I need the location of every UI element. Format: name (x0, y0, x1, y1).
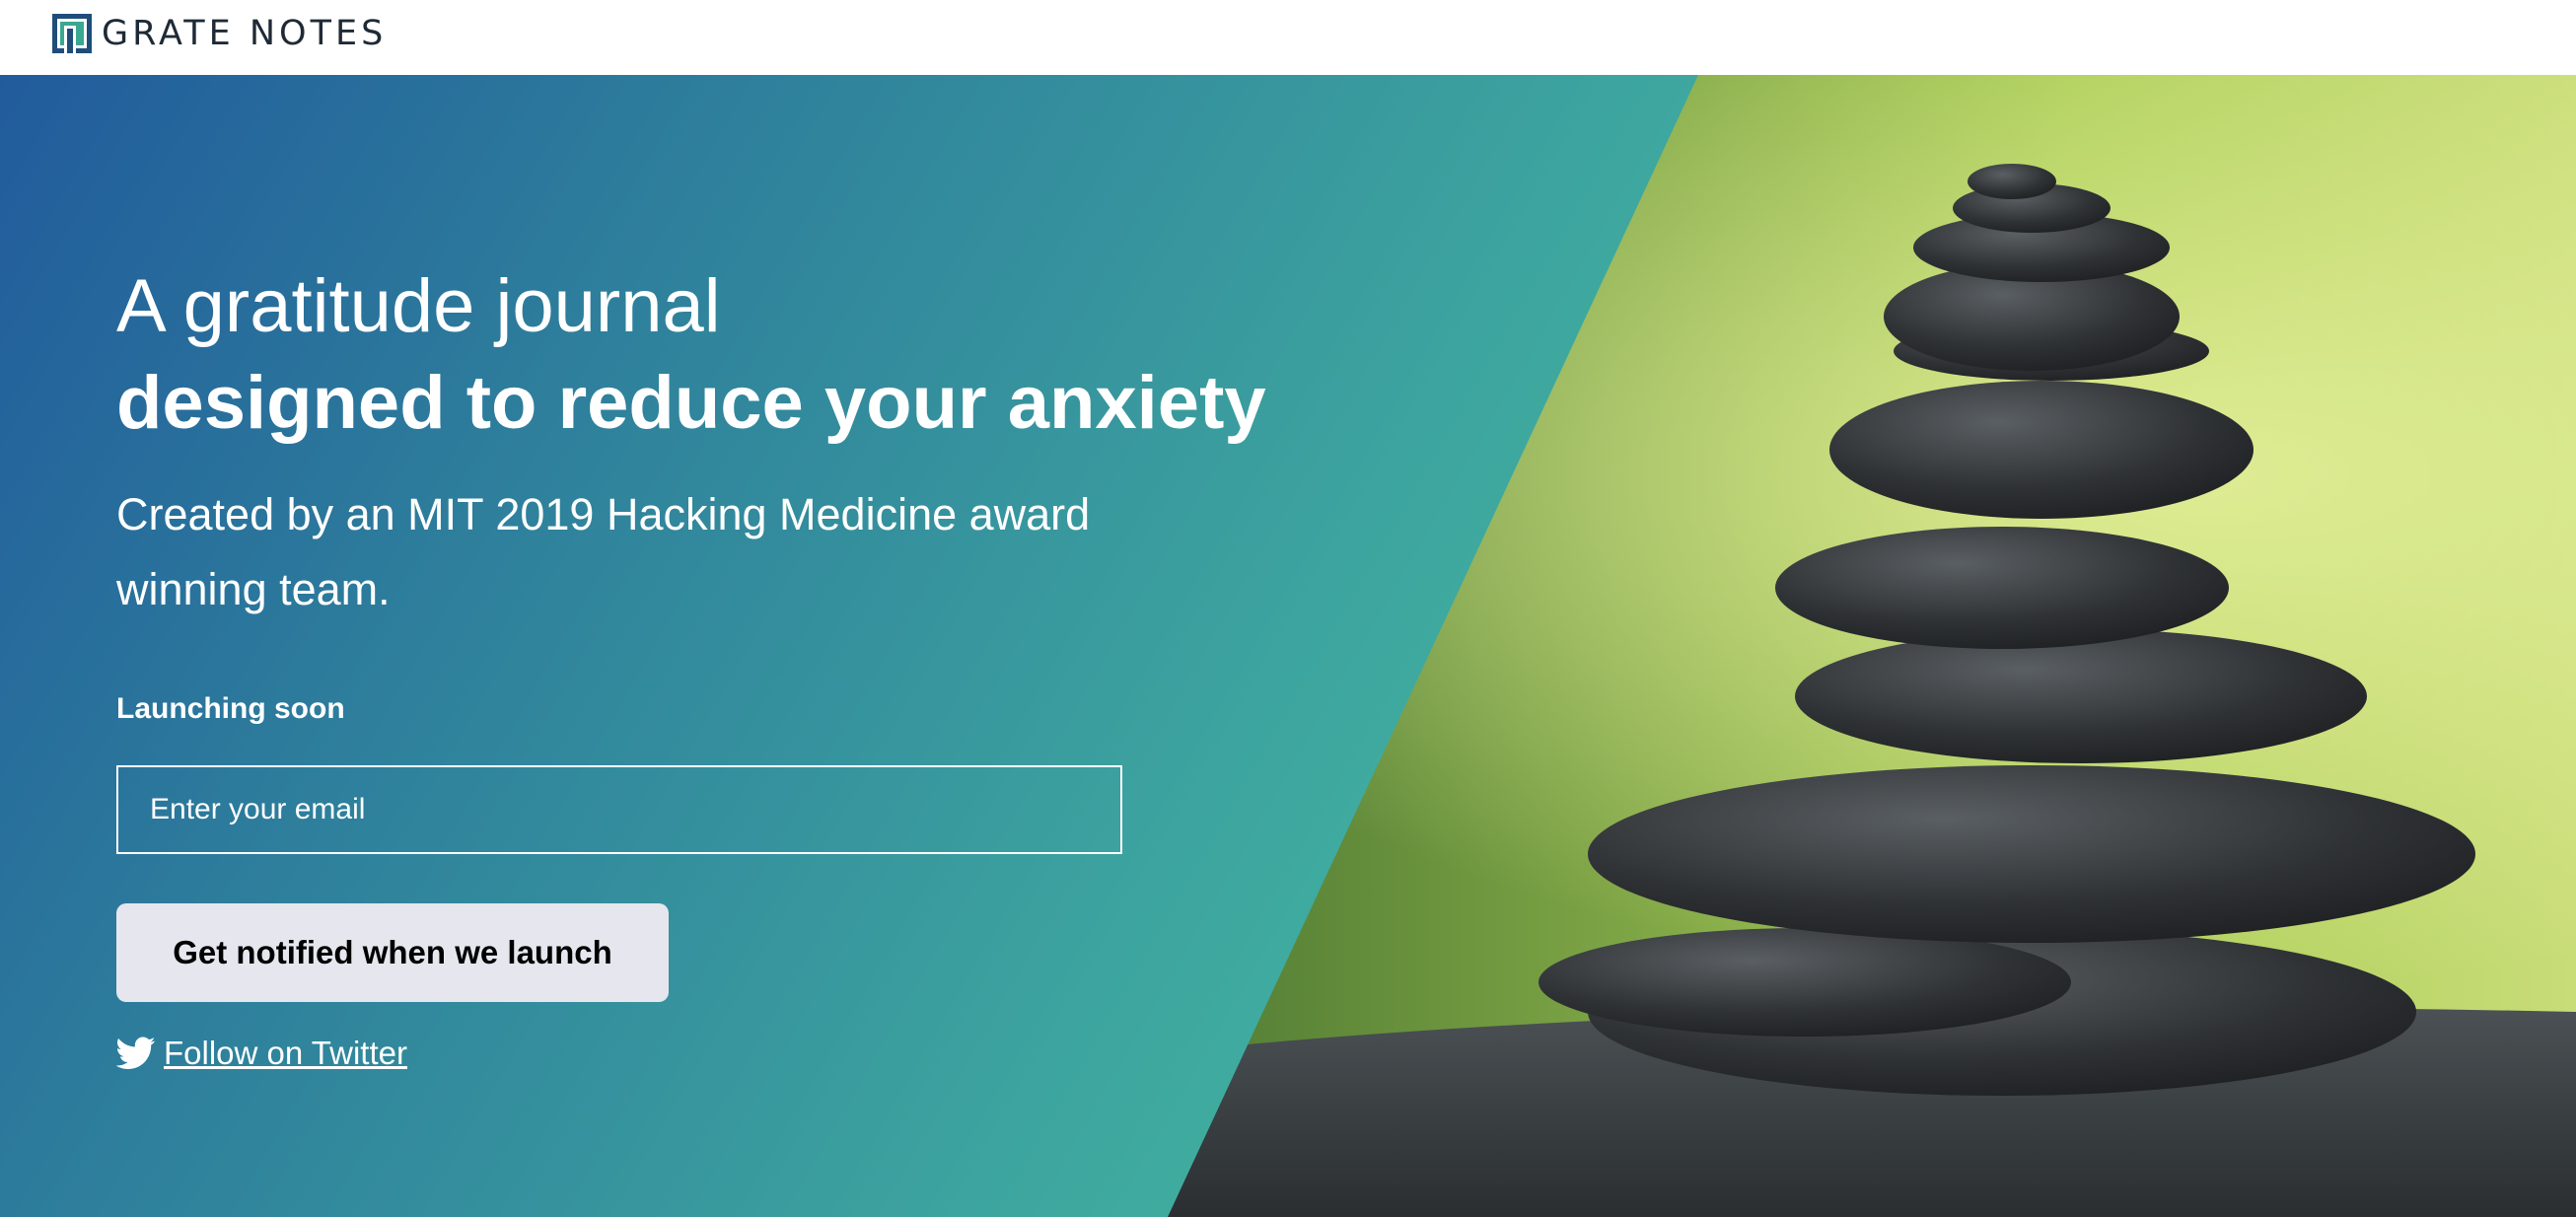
twitter-link-label: Follow on Twitter (164, 1035, 407, 1071)
brand-logo[interactable]: GRATE NOTES (52, 13, 387, 54)
grate-notes-logo-icon (52, 14, 92, 53)
launch-label: Launching soon (116, 692, 345, 725)
landing-page: GRATE NOTES A gratitude journal designed… (0, 0, 2576, 1217)
hero-subtitle: Created by an MIT 2019 Hacking Medicine … (116, 489, 1091, 614)
follow-twitter-link[interactable]: Follow on Twitter (116, 1032, 407, 1075)
twitter-icon (116, 1037, 156, 1069)
hero-section: A gratitude journal designed to reduce y… (0, 75, 2576, 1217)
top-header: GRATE NOTES (0, 0, 2576, 75)
headline-line-1: A gratitude journal (116, 264, 721, 348)
email-input[interactable] (116, 765, 1122, 854)
headline-line-2: designed to reduce your anxiety (116, 361, 1266, 445)
notify-button[interactable]: Get notified when we launch (116, 903, 669, 1002)
brand-name: GRATE NOTES (102, 14, 388, 53)
